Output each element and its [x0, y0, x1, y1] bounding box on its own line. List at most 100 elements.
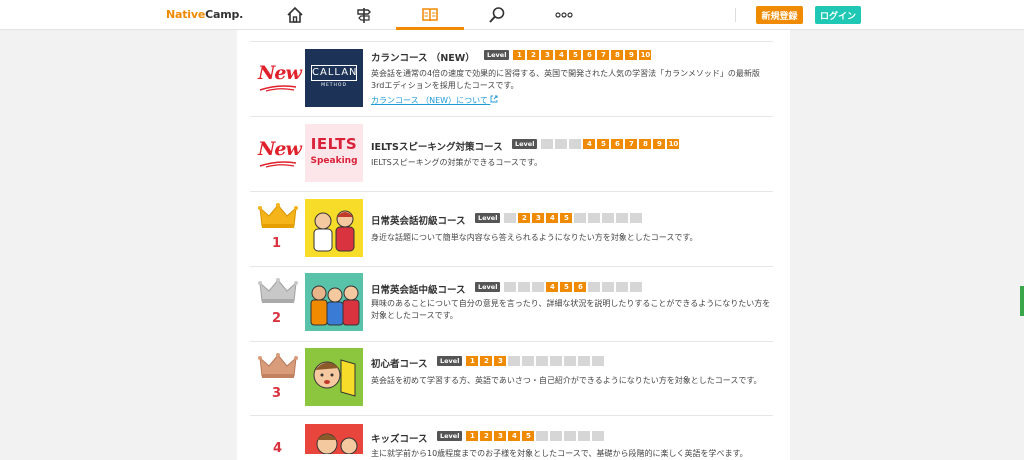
rank-badge: 2 [252, 277, 302, 337]
level-label: Level [437, 431, 463, 441]
level-indicator: Level12345678910 [484, 50, 652, 60]
level-10-active: 10 [639, 50, 652, 60]
course-thumbnail-illustration[interactable] [305, 199, 363, 257]
row-divider [250, 415, 773, 416]
row-divider [250, 341, 773, 342]
new-badge: New [258, 138, 302, 168]
level-10-inactive: 10 [630, 213, 643, 223]
level-2-active: 2 [480, 431, 493, 441]
course-title[interactable]: 初心者コース [371, 356, 428, 370]
course-thumbnail-illustration[interactable] [305, 348, 363, 406]
course-description: IELTSスピーキングの対策ができるコースです。 [371, 158, 543, 167]
level-5-active: 5 [560, 213, 573, 223]
level-6-inactive: 6 [574, 213, 587, 223]
course-description: 英会話を通常の4倍の速度で効果的に習得する、英国で開発された人気の学習法「カラン… [371, 69, 760, 90]
rank-badge: 3 [252, 352, 302, 412]
level-5-inactive: 5 [522, 356, 535, 366]
native-camp-logo[interactable]: NativeCamp. [166, 8, 243, 21]
course-thumbnail-illustration[interactable] [305, 273, 363, 331]
course-description: 興味のあることについて自分の意見を言ったり、詳細な状況を説明したりすることができ… [371, 299, 771, 320]
level-indicator: Level12345678910 [475, 213, 643, 223]
login-button[interactable]: ログイン [815, 6, 861, 24]
level-indicator: Level12345678910 [512, 139, 680, 149]
course-title[interactable]: カランコース （NEW） [371, 50, 475, 64]
level-4-active: 4 [508, 431, 521, 441]
level-4-active: 4 [546, 213, 559, 223]
new-badge: New [258, 62, 302, 92]
course-title[interactable]: 日常英会話中級コース [371, 282, 466, 296]
bronze-crown-icon [258, 353, 298, 378]
level-2-active: 2 [480, 356, 493, 366]
level-indicator: Level12345678910 [437, 431, 605, 441]
level-2-active: 2 [527, 50, 540, 60]
level-1-inactive: 1 [504, 282, 517, 292]
level-1-active: 1 [466, 356, 479, 366]
level-7-active: 7 [625, 139, 638, 149]
level-1-inactive: 1 [541, 139, 554, 149]
level-4-active: 4 [583, 139, 596, 149]
level-8-inactive: 8 [564, 356, 577, 366]
logo-text-suffix: Camp. [205, 8, 244, 21]
level-3-active: 3 [541, 50, 554, 60]
level-9-inactive: 9 [578, 356, 591, 366]
course-title[interactable]: キッズコース [371, 431, 428, 445]
course-thumbnail-illustration[interactable] [305, 424, 363, 454]
signpost-icon[interactable] [352, 4, 376, 26]
level-6-inactive: 6 [536, 356, 549, 366]
more-icon[interactable] [552, 4, 576, 26]
level-9-inactive: 9 [578, 431, 591, 441]
level-5-active: 5 [597, 139, 610, 149]
level-9-inactive: 9 [616, 282, 629, 292]
level-6-active: 6 [611, 139, 624, 149]
level-label: Level [475, 213, 501, 223]
ielts-thumbnail[interactable]: IELTS Speaking [305, 124, 363, 182]
silver-crown-icon [258, 278, 298, 303]
level-indicator: Level12345678910 [475, 282, 643, 292]
level-10-active: 10 [667, 139, 680, 149]
level-2-active: 2 [518, 213, 531, 223]
row-divider [250, 41, 773, 42]
new-badge-label: New [258, 138, 302, 160]
home-icon[interactable] [283, 4, 307, 26]
level-1-active: 1 [513, 50, 526, 60]
level-label: Level [437, 356, 463, 366]
gold-crown-icon [258, 203, 298, 228]
course-description: 身近な話題について簡単な内容なら答えられるようになりたい方を対象としたコースです… [371, 233, 698, 242]
callan-thumbnail[interactable]: CALLAN METHOD [305, 49, 363, 107]
course-detail-link[interactable]: カランコース （NEW）について [371, 95, 498, 106]
signup-button[interactable]: 新規登録 [756, 6, 803, 24]
level-7-inactive: 7 [550, 356, 563, 366]
level-3-active: 3 [494, 356, 507, 366]
row-divider [250, 191, 773, 192]
row-divider [250, 116, 773, 117]
level-8-active: 8 [639, 139, 652, 149]
rank-number: 1 [272, 236, 282, 251]
level-1-active: 1 [466, 431, 479, 441]
level-label: Level [484, 50, 510, 60]
level-10-inactive: 10 [592, 356, 605, 366]
level-5-active: 5 [560, 282, 573, 292]
callan-logo-text: CALLAN [311, 65, 357, 81]
level-5-active: 5 [522, 431, 535, 441]
level-8-active: 8 [611, 50, 624, 60]
level-3-inactive: 3 [532, 282, 545, 292]
course-title[interactable]: 日常英会話初級コース [371, 213, 466, 227]
course-description: 英会話を初めて学習する方、英語であいさつ・自己紹介ができるようになりたい方を対象… [371, 376, 762, 385]
course-title[interactable]: IELTSスピーキング対策コース [371, 139, 503, 153]
book-icon[interactable] [418, 4, 442, 26]
course-description: 主に就学前から10歳程度までのお子様を対象としたコースで、基礎から段階的に楽しく… [371, 449, 748, 458]
level-3-inactive: 3 [569, 139, 582, 149]
rank-number: 2 [272, 311, 282, 326]
level-8-inactive: 8 [602, 213, 615, 223]
level-3-active: 3 [532, 213, 545, 223]
side-feedback-tab[interactable] [1020, 286, 1024, 316]
search-icon[interactable] [485, 4, 509, 26]
level-8-inactive: 8 [564, 431, 577, 441]
level-label: Level [475, 282, 501, 292]
level-10-inactive: 10 [630, 282, 643, 292]
new-badge-label: New [258, 62, 302, 84]
logo-text: Native [166, 8, 206, 21]
rank-number: 3 [272, 386, 282, 401]
rank-badge: 1 [252, 202, 302, 262]
header-divider [735, 8, 736, 22]
